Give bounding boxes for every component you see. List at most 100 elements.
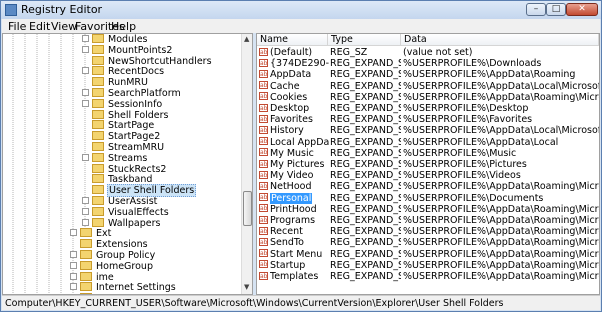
expand-toggle-icon[interactable] [82, 197, 89, 204]
tree-item[interactable]: Shell Folders [82, 109, 170, 121]
value-data: %USERPROFILE%\Videos [403, 170, 521, 182]
folder-icon [80, 239, 92, 249]
value-data: %USERPROFILE%\AppData\Local\Microsoft\Wi… [403, 125, 599, 137]
value-type: REG_EXPAND_SZ [330, 136, 401, 148]
close-button[interactable]: ✕ [566, 3, 598, 16]
tree-item[interactable]: SessionInfo [82, 98, 163, 110]
expand-toggle-icon[interactable] [82, 45, 89, 53]
menu-help[interactable]: Help [111, 20, 136, 33]
tree-item[interactable]: Streams [82, 152, 148, 164]
value-row[interactable]: abPrintHoodREG_EXPAND_SZ%USERPROFILE%\Ap… [257, 204, 599, 215]
string-value-icon: ab [259, 137, 268, 146]
value-row[interactable]: abRecentREG_EXPAND_SZ%USERPROFILE%\AppDa… [257, 226, 599, 237]
string-value-icon: ab [259, 204, 268, 213]
minimize-button[interactable]: – [526, 3, 546, 16]
scroll-down-arrow-icon[interactable]: ▼ [244, 283, 249, 291]
maximize-button[interactable]: □ [546, 3, 566, 16]
folder-icon [80, 260, 92, 270]
tree-item[interactable]: RunMRU [82, 77, 149, 88]
value-row[interactable]: abStart MenuREG_EXPAND_SZ%USERPROFILE%\A… [257, 249, 599, 260]
value-name-cell: ab History [259, 125, 329, 136]
tree-scrollbar[interactable]: ▲ ▼ [241, 34, 252, 294]
tree-item[interactable]: StartPage [82, 120, 155, 131]
value-name-cell: ab Startup [259, 260, 329, 271]
value-row[interactable]: abTemplatesREG_EXPAND_SZ%USERPROFILE%\Ap… [257, 271, 599, 282]
tree-item-label: UserAssist [108, 196, 158, 207]
expand-toggle-icon[interactable] [70, 251, 77, 258]
value-row[interactable]: abLocal AppDataREG_EXPAND_SZ%USERPROFILE… [257, 137, 599, 148]
tree-item[interactable]: Modules [82, 34, 149, 45]
value-row[interactable]: abMy VideoREG_EXPAND_SZ%USERPROFILE%\Vid… [257, 170, 599, 181]
values-list-pane[interactable]: Name Type Data ab (Default) REG_SZ (value n… [256, 33, 600, 295]
value-row[interactable]: abCookiesREG_EXPAND_SZ%USERPROFILE%\AppD… [257, 92, 599, 103]
tree-item[interactable]: Group Policy [70, 250, 156, 261]
value-row[interactable]: abFavoritesREG_EXPAND_SZ%USERPROFILE%\Fa… [257, 114, 599, 125]
tree-item[interactable]: UserAssist [82, 196, 158, 207]
value-row[interactable]: abNetHoodREG_EXPAND_SZ%USERPROFILE%\AppD… [257, 181, 599, 192]
tree-item[interactable]: StreamMRU [82, 142, 165, 153]
tree-item[interactable]: NewShortcutHandlers [82, 55, 213, 67]
value-row[interactable]: abDesktopREG_EXPAND_SZ%USERPROFILE%\Desk… [257, 103, 599, 114]
expand-toggle-icon[interactable] [70, 272, 77, 280]
tree-item[interactable]: ime [70, 271, 115, 283]
tree-item[interactable]: HomeGroup [70, 260, 154, 272]
tree-item[interactable]: Internet Settings [70, 282, 177, 293]
value-row[interactable]: abMy MusicREG_EXPAND_SZ%USERPROFILE%\Mus… [257, 148, 599, 159]
scrollbar-thumb[interactable] [243, 191, 252, 226]
column-header-name[interactable]: Name [257, 34, 328, 46]
tree-item[interactable]: StuckRects2 [82, 163, 167, 175]
value-row[interactable]: abAppDataREG_EXPAND_SZ%USERPROFILE%\AppD… [257, 69, 599, 80]
value-row[interactable]: abProgramsREG_EXPAND_SZ%USERPROFILE%\App… [257, 215, 599, 226]
string-value-icon: ab [259, 271, 268, 280]
value-row[interactable]: abStartupREG_EXPAND_SZ%USERPROFILE%\AppD… [257, 260, 599, 271]
tree-item[interactable]: MountPoints2 [82, 44, 173, 56]
menu-file[interactable]: File [8, 20, 26, 33]
tree-item[interactable]: StartPage2 [82, 131, 161, 142]
tree-item[interactable]: User Shell Folders [82, 184, 197, 198]
tree-item-label: MountPoints2 [108, 44, 173, 56]
string-value-icon: ab [259, 92, 268, 101]
expand-toggle-icon[interactable] [82, 153, 89, 161]
menu-edit[interactable]: Edit [29, 20, 50, 33]
value-type: REG_EXPAND_SZ [330, 226, 401, 238]
tree-item-label: Internet Settings [96, 282, 176, 294]
tree-item[interactable]: VisualEffects [82, 206, 170, 218]
expand-toggle-icon[interactable] [70, 283, 77, 291]
tree-item[interactable]: Ext [70, 228, 112, 239]
value-row[interactable]: ab{374DE290-123F...REG_EXPAND_SZ%USERPRO… [257, 58, 599, 69]
expand-toggle-icon[interactable] [70, 229, 77, 237]
value-row[interactable]: abCacheREG_EXPAND_SZ%USERPROFILE%\AppDat… [257, 81, 599, 92]
expand-toggle-icon[interactable] [82, 89, 89, 96]
expand-toggle-icon[interactable] [82, 218, 89, 226]
tree-item[interactable]: Extensions [70, 239, 149, 250]
tree-item-label: Ext [96, 228, 112, 240]
folder-icon [92, 152, 104, 162]
tree-item[interactable]: Wallpapers [82, 217, 161, 229]
value-row[interactable]: abMy PicturesREG_EXPAND_SZ%USERPROFILE%\… [257, 159, 599, 170]
value-row[interactable]: abPersonalREG_EXPAND_SZ%USERPROFILE%\Doc… [257, 192, 599, 204]
value-name: Favorites [270, 114, 313, 126]
value-row[interactable]: abSendToREG_EXPAND_SZ%USERPROFILE%\AppDa… [257, 237, 599, 248]
column-header-data[interactable]: Data [401, 34, 599, 46]
key-tree-pane[interactable]: Modules MountPoints2 NewShortcutHandlers Re… [2, 33, 253, 295]
tree-item[interactable]: SearchPlatform [82, 88, 182, 99]
string-value-icon: ab [259, 226, 268, 235]
scroll-up-arrow-icon[interactable]: ▲ [244, 35, 249, 43]
expand-toggle-icon[interactable] [82, 67, 89, 75]
value-row[interactable]: ab (Default) REG_SZ (value not set) [257, 47, 599, 58]
menu-view[interactable]: View [51, 20, 77, 33]
value-name-cell: ab Start Menu [259, 249, 329, 260]
expand-toggle-icon[interactable] [82, 35, 89, 42]
expand-toggle-icon[interactable] [70, 261, 77, 269]
value-row[interactable]: abHistoryREG_EXPAND_SZ%USERPROFILE%\AppD… [257, 125, 599, 136]
tree-item-label: RecentDocs [108, 66, 165, 78]
title-bar[interactable]: Registry Editor – □ ✕ [1, 1, 601, 19]
value-name: Programs [270, 215, 316, 226]
value-name-cell: ab PrintHood [259, 204, 329, 215]
folder-icon [92, 88, 104, 97]
tree-item-label: NewShortcutHandlers [108, 55, 212, 67]
expand-toggle-icon[interactable] [82, 99, 89, 107]
expand-toggle-icon[interactable] [82, 207, 89, 215]
tree-item[interactable]: RecentDocs [82, 66, 165, 77]
column-header-type[interactable]: Type [328, 34, 401, 46]
